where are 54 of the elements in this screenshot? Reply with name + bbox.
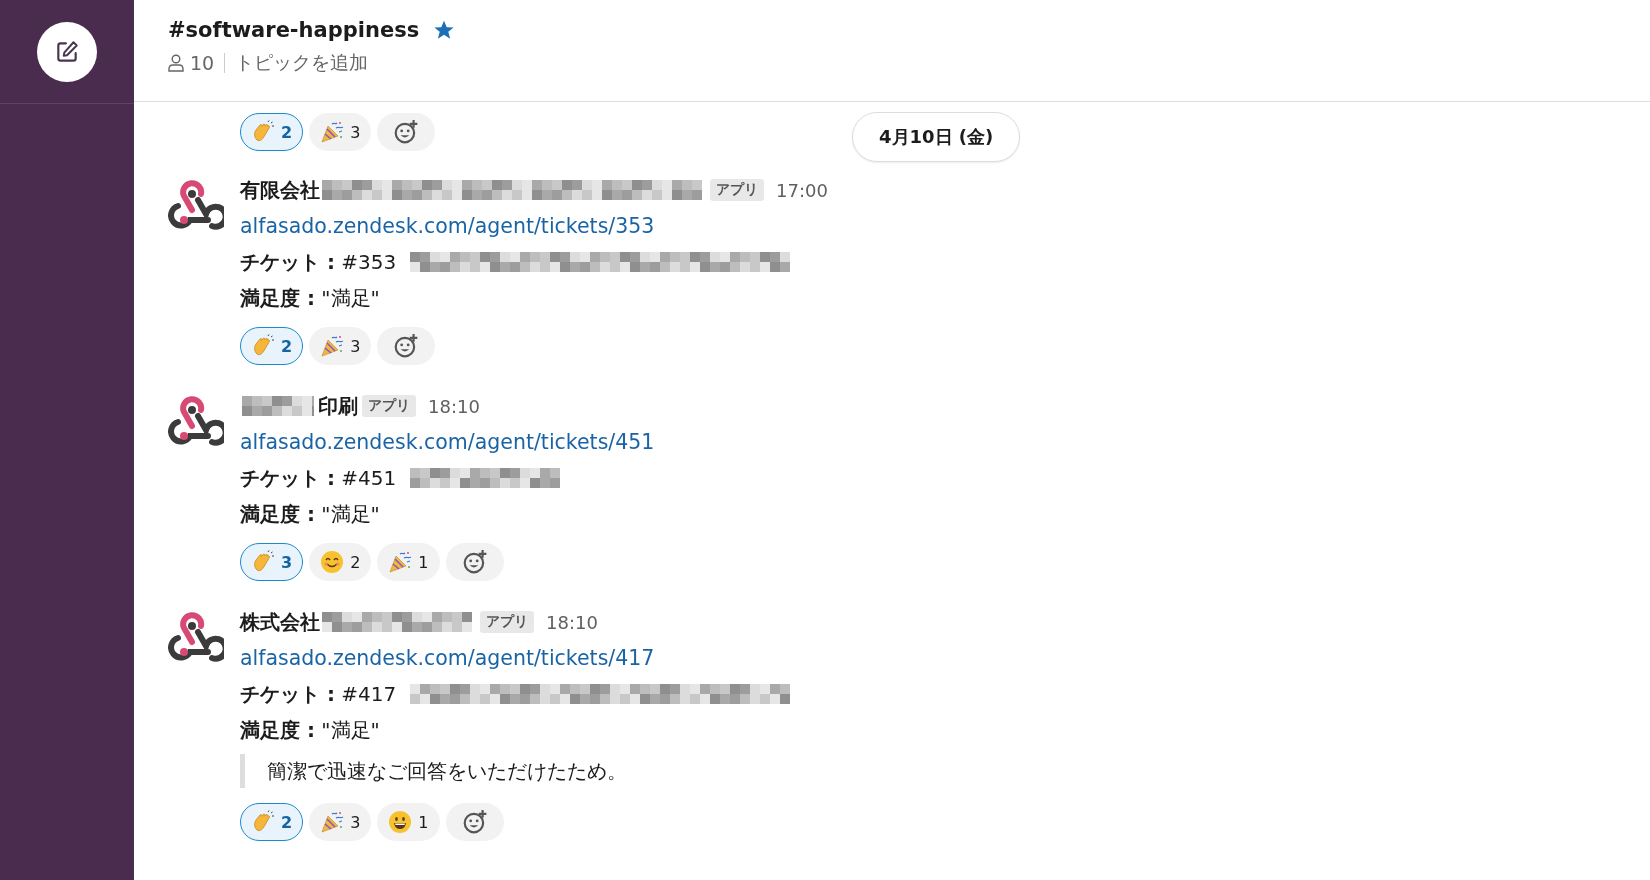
sender-name[interactable]: 株式会社 [240, 608, 320, 636]
satisfaction-line: 満足度 : "満足" [240, 284, 380, 312]
reaction-button[interactable]: 2 [240, 113, 304, 151]
reaction-button[interactable]: 2 [240, 327, 304, 365]
sender-name[interactable]: 有限会社 [240, 176, 320, 204]
webhook-icon [168, 396, 224, 448]
reaction-button[interactable]: 3 [309, 113, 372, 151]
smiling-face-icon [320, 550, 345, 574]
add-emoji-icon [393, 333, 420, 359]
add-reaction-button[interactable] [445, 543, 504, 581]
date-divider[interactable]: 4月10日 (金) [852, 112, 1021, 162]
ticket-link[interactable]: alfasado.zendesk.com/agent/tickets/353 [240, 208, 655, 244]
add-topic-link[interactable]: トピックを追加 [235, 50, 369, 76]
party-popper-icon [388, 550, 413, 574]
quote-text: 簡潔で迅速なご回答をいただけたため。 [267, 757, 627, 785]
sender-name[interactable]: 印刷 [318, 392, 358, 420]
add-reaction-button[interactable] [377, 327, 436, 365]
message-time[interactable]: 17:00 [776, 179, 828, 201]
compose-icon [54, 38, 80, 65]
add-emoji-icon [461, 809, 488, 835]
member-count[interactable]: 10 [190, 52, 215, 74]
webhook-icon [168, 612, 224, 664]
reaction-button[interactable]: 2 [309, 543, 372, 581]
star-icon[interactable] [433, 19, 456, 41]
ticket-link[interactable]: alfasado.zendesk.com/agent/tickets/417 [240, 640, 655, 676]
add-reaction-button[interactable] [445, 803, 504, 841]
ticket-link[interactable]: alfasado.zendesk.com/agent/tickets/451 [240, 424, 655, 460]
party-popper-icon [320, 334, 345, 358]
reaction-button[interactable]: 1 [377, 803, 440, 841]
pixelated-text [242, 396, 314, 416]
reaction-button[interactable]: 3 [240, 543, 304, 581]
satisfaction-line: 満足度 : "満足" [240, 716, 380, 744]
ticket-line: チケット : #417 [240, 680, 397, 708]
reaction-button[interactable]: 3 [309, 327, 372, 365]
ticket-line: チケット : #451 [240, 464, 397, 492]
message-time[interactable]: 18:10 [428, 395, 480, 417]
webhook-icon [168, 180, 224, 232]
reaction-button[interactable]: 1 [377, 543, 440, 581]
satisfaction-line: 満足度 : "満足" [240, 500, 380, 528]
channel-title: #software-happiness [168, 18, 420, 42]
grinning-face-icon [388, 810, 413, 834]
reaction-button[interactable]: 2 [240, 803, 304, 841]
person-icon [168, 54, 184, 72]
add-emoji-icon [393, 119, 420, 145]
reaction-button[interactable]: 3 [309, 803, 372, 841]
party-popper-icon [320, 810, 345, 834]
message-time[interactable]: 18:10 [546, 611, 598, 633]
party-popper-icon [320, 120, 345, 144]
add-emoji-icon [461, 549, 488, 575]
app-badge: アプリ [362, 395, 416, 417]
app-badge: アプリ [710, 179, 764, 201]
app-badge: アプリ [480, 611, 534, 633]
ticket-line: チケット : #353 [240, 248, 397, 276]
add-reaction-button[interactable] [377, 113, 436, 151]
